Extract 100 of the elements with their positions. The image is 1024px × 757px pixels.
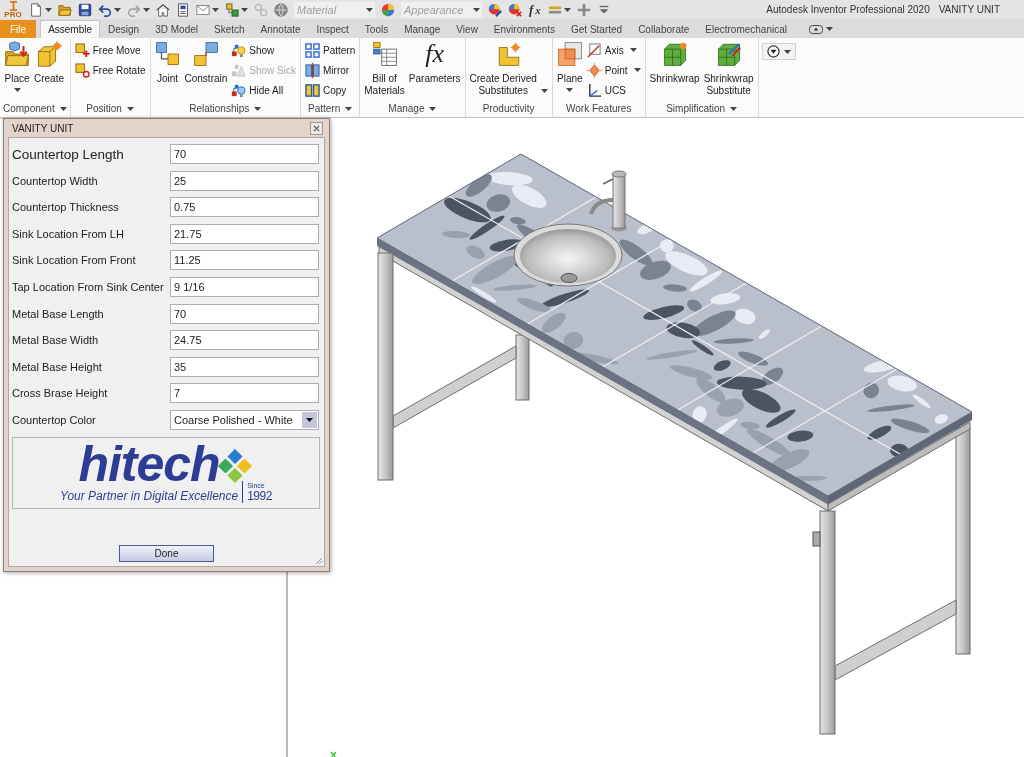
blank-page-icon[interactable] bbox=[29, 2, 43, 17]
caret-icon[interactable] bbox=[826, 27, 833, 31]
caret-icon[interactable] bbox=[114, 7, 121, 12]
caret-icon[interactable] bbox=[730, 106, 738, 111]
ribbon-tab[interactable]: Electromechanical bbox=[697, 20, 795, 38]
ribbon-tab[interactable]: Inspect bbox=[308, 20, 357, 38]
bill-of-materials-button[interactable]: Bill of Materials bbox=[363, 40, 406, 100]
folder-cube-icon[interactable] bbox=[4, 41, 30, 67]
ribbon-tab[interactable]: 3D Model bbox=[147, 20, 206, 38]
caret-icon[interactable] bbox=[629, 48, 637, 52]
mirror-button[interactable]: Mirror bbox=[304, 60, 357, 80]
formula-icon[interactable]: fx bbox=[425, 40, 445, 67]
text-field[interactable]: 24.75 bbox=[170, 330, 319, 351]
free-move-button[interactable]: Free Move bbox=[73, 40, 147, 60]
text-field[interactable]: 21.75 bbox=[170, 223, 319, 244]
nodes-bulb-icon[interactable] bbox=[231, 82, 247, 98]
text-field[interactable]: 0.75 bbox=[170, 197, 319, 218]
caret-icon[interactable] bbox=[471, 1, 482, 18]
diagonal-line-icon[interactable] bbox=[586, 42, 602, 58]
constrain-button[interactable]: Constrain bbox=[183, 40, 229, 100]
point-button[interactable]: Point bbox=[585, 60, 642, 80]
show-button[interactable]: Show bbox=[230, 40, 297, 60]
caret-icon[interactable] bbox=[364, 1, 375, 18]
mirrored-squares-icon[interactable] bbox=[305, 62, 320, 78]
caret-icon[interactable] bbox=[345, 106, 353, 111]
block-stack-arrows-icon[interactable] bbox=[715, 41, 742, 67]
text-field[interactable]: 11.25 bbox=[170, 250, 319, 271]
create-derived-button[interactable]: Create Derived Substitutes bbox=[468, 40, 549, 100]
caret-icon[interactable] bbox=[566, 88, 574, 92]
square-cross-icon[interactable] bbox=[74, 42, 90, 58]
ribbon-tab[interactable]: Sketch bbox=[206, 20, 253, 38]
blocks-icon[interactable] bbox=[225, 2, 239, 17]
shrinkwrap-button[interactable]: Shrinkwrap bbox=[648, 40, 701, 100]
caret-icon[interactable] bbox=[212, 7, 219, 12]
caret-icon[interactable] bbox=[783, 49, 791, 54]
axis-button[interactable]: Axis bbox=[585, 40, 642, 60]
caret-icon[interactable] bbox=[633, 68, 641, 72]
create-button[interactable]: Create bbox=[33, 40, 65, 100]
caret-icon[interactable] bbox=[429, 106, 437, 111]
panel-title[interactable]: Work Features bbox=[552, 100, 645, 117]
table-blocks-icon[interactable] bbox=[371, 41, 398, 67]
envelope-icon[interactable] bbox=[196, 2, 210, 17]
appearance-dropdown[interactable]: Appearance bbox=[401, 1, 471, 18]
ribbon-tab[interactable]: Design bbox=[100, 20, 148, 38]
done-button[interactable]: Done bbox=[119, 544, 214, 562]
plane-button[interactable]: Plane bbox=[555, 40, 584, 100]
panel-title[interactable]: Productivity bbox=[465, 100, 552, 117]
ribbon-tab[interactable]: Assemble bbox=[40, 20, 101, 38]
joint-button[interactable]: Joint bbox=[153, 40, 182, 100]
text-field[interactable]: 25 bbox=[170, 170, 319, 191]
shrinkwrap-substitute-button[interactable]: Shrinkwrap Substitute bbox=[702, 40, 755, 100]
place-button[interactable]: Place bbox=[3, 40, 31, 100]
panel-menu-button[interactable] bbox=[761, 43, 796, 60]
panel-title[interactable]: Simplification bbox=[645, 100, 758, 117]
ribbon-tab[interactable]: Tools bbox=[356, 20, 397, 38]
undo-arrow-icon[interactable] bbox=[98, 2, 112, 17]
panel-title[interactable]: Pattern bbox=[301, 100, 360, 117]
caret-icon[interactable] bbox=[241, 7, 248, 12]
dropdown-field[interactable]: Coarse Polished - White bbox=[170, 409, 319, 430]
panel-title[interactable]: Position bbox=[70, 100, 150, 117]
dot-rectangle-icon[interactable] bbox=[809, 24, 823, 34]
text-field[interactable]: 7 bbox=[170, 383, 319, 404]
caret-icon[interactable] bbox=[59, 106, 67, 111]
connected-squares-icon[interactable] bbox=[192, 41, 219, 67]
caret-icon[interactable] bbox=[13, 88, 21, 92]
panel-title[interactable]: Manage bbox=[360, 100, 465, 117]
block-stack-sparkle-icon[interactable] bbox=[661, 41, 688, 67]
ribbon-tab[interactable]: Environments bbox=[485, 20, 563, 38]
free-rotate-button[interactable]: Free Rotate bbox=[73, 60, 147, 80]
ribbon-tab[interactable]: Get Started bbox=[563, 20, 631, 38]
parameters-button[interactable]: fx Parameters bbox=[407, 40, 462, 100]
ribbon-tab[interactable]: Collaborate bbox=[630, 20, 698, 38]
axes-icon[interactable] bbox=[586, 82, 602, 98]
square-circle-icon[interactable] bbox=[74, 62, 90, 78]
caret-icon[interactable] bbox=[126, 106, 134, 111]
nodes-bulb-icon[interactable] bbox=[231, 42, 247, 58]
ucs-button[interactable]: UCS bbox=[585, 80, 642, 100]
material-dropdown[interactable]: Material bbox=[294, 1, 364, 18]
caret-icon[interactable] bbox=[45, 7, 52, 12]
linked-cubes-icon[interactable] bbox=[154, 41, 181, 67]
ribbon-tab[interactable]: Annotate bbox=[252, 20, 309, 38]
ribbon-tab[interactable]: View bbox=[448, 20, 486, 38]
paired-squares-icon[interactable] bbox=[305, 82, 320, 98]
panel-title[interactable]: Relationships bbox=[150, 100, 300, 117]
caret-icon[interactable] bbox=[563, 7, 571, 12]
text-field[interactable]: 9 1/16 bbox=[170, 276, 319, 297]
caret-icon[interactable] bbox=[254, 106, 262, 111]
panel-title[interactable]: Component bbox=[0, 100, 70, 117]
ribbon-tab[interactable]: Manage bbox=[396, 20, 449, 38]
text-field[interactable]: 70 bbox=[170, 144, 319, 164]
cube-sparkle-icon[interactable] bbox=[36, 41, 62, 67]
caret-icon[interactable] bbox=[540, 89, 548, 93]
overlapping-planes-icon[interactable] bbox=[556, 41, 583, 67]
resize-grip-icon[interactable] bbox=[315, 557, 323, 565]
text-field[interactable]: 35 bbox=[170, 356, 319, 377]
text-field[interactable]: 70 bbox=[170, 303, 319, 324]
copy-button[interactable]: Copy bbox=[304, 80, 357, 100]
grid-squares-icon[interactable] bbox=[305, 42, 320, 58]
pattern-button[interactable]: Pattern bbox=[304, 40, 357, 60]
hide-all-button[interactable]: Hide All bbox=[230, 80, 297, 100]
